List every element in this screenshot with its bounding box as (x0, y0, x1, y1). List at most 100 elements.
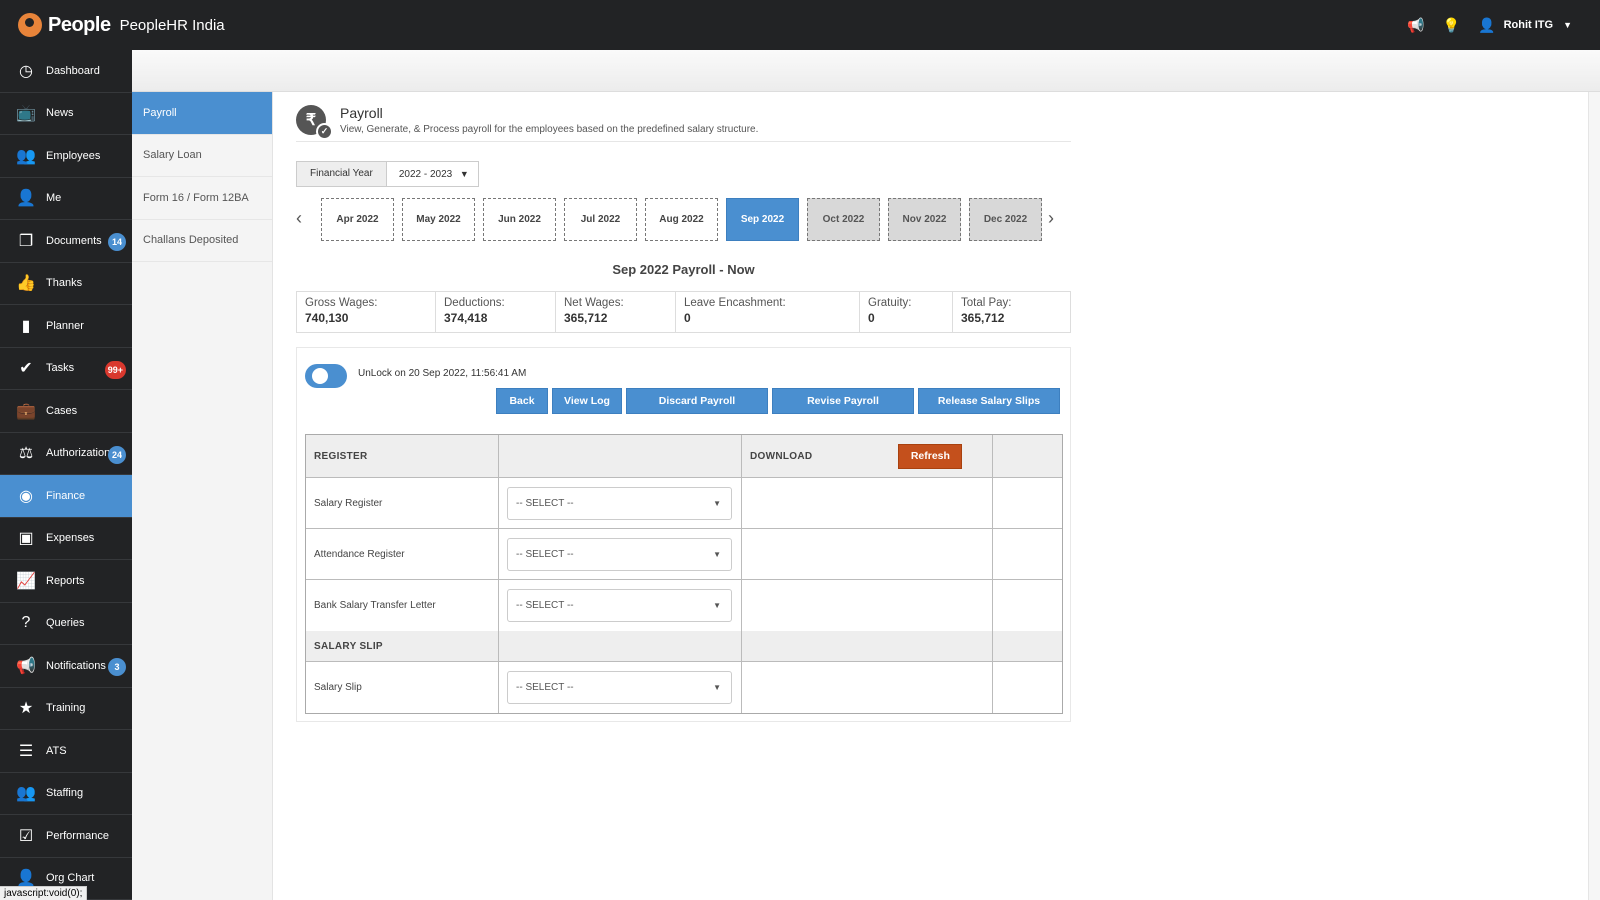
summary-cell: Gross Wages: 740,130 (297, 292, 436, 332)
nav-label: Me (46, 192, 62, 205)
release-salary-slips-button[interactable]: Release Salary Slips (918, 388, 1060, 414)
month-tab[interactable]: Jun 2022 (483, 198, 556, 241)
submenu-item-salary-loan[interactable]: Salary Loan (132, 135, 272, 177)
summary-label: Gross Wages: (305, 297, 378, 309)
month-tab[interactable]: May 2022 (402, 198, 475, 241)
nav-item-documents[interactable]: ❐ Documents 14 (0, 220, 132, 263)
register-select[interactable]: -- SELECT -- ▼ (507, 537, 732, 571)
unlock-status-text: UnLock on 20 Sep 2022, 11:56:41 AM (358, 367, 527, 379)
logo[interactable]: People PeopleHR India (18, 13, 225, 37)
financial-year-select[interactable]: 2022 - 2023 ▼ (385, 161, 479, 187)
summary-cell: Leave Encashment: 0 (676, 292, 860, 332)
register-select[interactable]: -- SELECT -- ▼ (507, 486, 732, 520)
vertical-scrollbar[interactable] (1588, 92, 1600, 900)
nav-item-me[interactable]: 👤 Me (0, 178, 132, 220)
browser-status-bar: javascript:void(0); (0, 886, 88, 900)
nav-item-queries[interactable]: ? Queries (0, 603, 132, 645)
caret-down-icon: ▼ (713, 683, 721, 692)
month-tab[interactable]: Aug 2022 (645, 198, 718, 241)
next-month-arrow-icon[interactable]: › (1048, 208, 1054, 229)
financial-year-filter: Financial Year 2022 - 2023 ▼ (296, 161, 1071, 187)
gavel-icon: ⚖ (18, 445, 34, 463)
prev-month-arrow-icon[interactable]: ‹ (296, 208, 302, 229)
register-select[interactable]: -- SELECT -- ▼ (507, 671, 732, 704)
select-placeholder: -- SELECT -- (516, 548, 574, 560)
payroll-period-title: Sep 2022 Payroll - Now (612, 262, 755, 277)
refresh-button[interactable]: Refresh (898, 443, 963, 469)
thumbs-up-icon: 👍 (16, 275, 36, 293)
checkbox-icon: ☑ (18, 827, 34, 845)
lightbulb-icon[interactable]: 💡 (1443, 17, 1460, 34)
summary-cell: Gratuity: 0 (860, 292, 953, 332)
summary-value: 365,712 (961, 311, 1005, 325)
nav-item-training[interactable]: ★ Training (0, 688, 132, 730)
nav-item-ats[interactable]: ☰ ATS (0, 730, 132, 773)
back-button[interactable]: Back (496, 388, 548, 414)
month-tab[interactable]: Dec 2022 (969, 198, 1042, 241)
nav-item-employees[interactable]: 👥 Employees (0, 135, 132, 178)
table-row: Attendance Register -- SELECT -- ▼ (306, 529, 1062, 580)
row-label: Attendance Register (306, 529, 499, 579)
user-menu-caret-icon[interactable]: ▼ (1563, 20, 1572, 30)
summary-value: 0 (868, 311, 875, 325)
logo-icon (18, 13, 42, 37)
nav-item-planner[interactable]: ▮ Planner (0, 305, 132, 348)
nav-item-tasks[interactable]: ✔ Tasks 99+ (0, 348, 132, 390)
payroll-summary: Gross Wages: 740,130 Deductions: 374,418 Net… (296, 291, 1071, 333)
register-header-row: REGISTER DOWNLOAD Refresh (306, 435, 1062, 478)
question-icon: ? (21, 614, 31, 632)
nav-item-notifications[interactable]: 📢 Notifications 3 (0, 645, 132, 688)
salary-slip-header-row: SALARY SLIP (306, 631, 1062, 662)
staffing-icon: 👥 (16, 785, 36, 803)
month-tab[interactable]: Jul 2022 (564, 198, 637, 241)
nav-item-performance[interactable]: ☑ Performance (0, 815, 132, 858)
nav-label: Org Chart (46, 872, 95, 885)
revise-payroll-button[interactable]: Revise Payroll (772, 388, 914, 414)
caret-down-icon: ▼ (713, 498, 721, 508)
coins-icon: ◉ (19, 487, 33, 505)
table-row: Salary Register -- SELECT -- ▼ (306, 478, 1062, 529)
payroll-panel: UnLock on 20 Sep 2022, 11:56:41 AM Back V… (296, 347, 1071, 722)
submenu-item-challans-deposited[interactable]: Challans Deposited (132, 220, 272, 262)
nav-item-expenses[interactable]: ▣ Expenses (0, 518, 132, 560)
nav-item-cases[interactable]: 💼 Cases (0, 390, 132, 433)
month-tab[interactable]: Apr 2022 (321, 198, 394, 241)
nav-label: Reports (46, 574, 85, 587)
month-tab[interactable]: Nov 2022 (888, 198, 961, 241)
lock-toggle[interactable] (305, 364, 347, 388)
caret-down-icon: ▼ (713, 549, 721, 559)
submenu-item-payroll[interactable]: Payroll (132, 92, 272, 135)
row-label: Salary Register (306, 478, 499, 528)
month-tab[interactable]: Oct 2022 (807, 198, 880, 241)
wallet-icon: ▣ (18, 530, 34, 548)
company-name: PeopleHR India (119, 16, 225, 34)
announcement-icon[interactable]: 📢 (1407, 17, 1424, 34)
nav-label: ATS (46, 744, 67, 757)
nav-item-staffing[interactable]: 👥 Staffing (0, 773, 132, 815)
caret-down-icon: ▼ (713, 601, 721, 610)
nav-item-dashboard[interactable]: ◷ Dashboard (0, 50, 132, 93)
summary-value: 740,130 (305, 311, 349, 325)
dashboard-icon: ◷ (19, 62, 33, 80)
nav-item-reports[interactable]: 📈 Reports (0, 560, 132, 603)
nav-item-authorizations[interactable]: ⚖ Authorizations 24 (0, 433, 132, 475)
month-tab[interactable]: Sep 2022 (726, 198, 799, 241)
download-cell (742, 529, 993, 579)
nav-label: Tasks (46, 362, 75, 375)
view-log-button[interactable]: View Log (552, 388, 622, 414)
financial-year-value: 2022 - 2023 (398, 168, 453, 180)
nav-item-thanks[interactable]: 👍 Thanks (0, 263, 132, 305)
tv-icon: 📺 (16, 105, 36, 123)
user-gear-icon: 👤 (16, 190, 36, 208)
user-icon[interactable]: 👤 (1478, 17, 1495, 34)
summary-label: Net Wages: (564, 297, 624, 309)
users-icon: 👥 (16, 147, 36, 165)
select-placeholder: -- SELECT -- (516, 682, 574, 693)
register-select[interactable]: -- SELECT -- ▼ (507, 589, 732, 622)
submenu-item-form-16-form-12ba[interactable]: Form 16 / Form 12BA (132, 177, 272, 220)
rupee-icon: ₹ ✓ (296, 105, 333, 140)
nav-item-news[interactable]: 📺 News (0, 93, 132, 135)
user-name[interactable]: Rohit ITG (1504, 19, 1554, 31)
discard-payroll-button[interactable]: Discard Payroll (626, 388, 768, 414)
nav-item-finance[interactable]: ◉ Finance (0, 475, 132, 518)
